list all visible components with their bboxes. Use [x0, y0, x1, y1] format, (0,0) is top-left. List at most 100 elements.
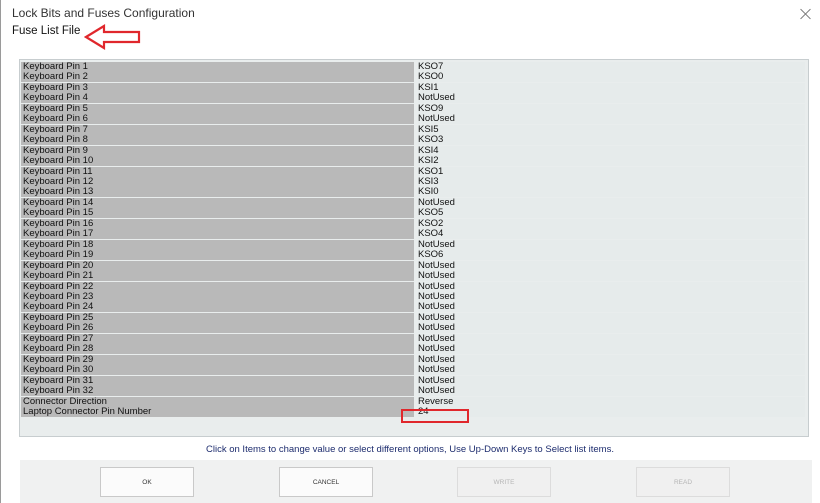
property-name[interactable]: Keyboard Pin 30: [21, 365, 414, 376]
property-name[interactable]: Keyboard Pin 22: [21, 281, 414, 292]
property-row[interactable]: Keyboard Pin 9 KSI4: [21, 145, 807, 156]
property-value[interactable]: NotUsed: [418, 302, 805, 313]
property-name[interactable]: Keyboard Pin 14: [21, 197, 414, 208]
property-value[interactable]: Reverse: [418, 396, 805, 407]
property-name[interactable]: Keyboard Pin 12: [21, 176, 414, 187]
property-value[interactable]: NotUsed: [418, 354, 805, 365]
property-value[interactable]: KSI1: [418, 82, 805, 93]
property-name[interactable]: Keyboard Pin 13: [21, 187, 414, 198]
property-name[interactable]: Keyboard Pin 4: [21, 93, 414, 104]
property-name[interactable]: Keyboard Pin 20: [21, 260, 414, 271]
fuse-list-file-menu[interactable]: Fuse List File: [12, 25, 80, 37]
property-row[interactable]: Keyboard Pin 1 KSO7: [21, 62, 807, 72]
property-name[interactable]: Keyboard Pin 11: [21, 166, 414, 177]
property-value[interactable]: NotUsed: [418, 291, 805, 302]
property-row[interactable]: Keyboard Pin 10 KSI2: [21, 156, 807, 167]
cancel-button[interactable]: CANCEL: [279, 467, 373, 497]
property-value[interactable]: KSO6: [418, 250, 805, 261]
property-value[interactable]: NotUsed: [418, 344, 805, 355]
property-row[interactable]: Keyboard Pin 12 KSI3: [21, 176, 807, 187]
property-value[interactable]: KSI2: [418, 156, 805, 167]
property-value[interactable]: NotUsed: [418, 271, 805, 282]
property-row[interactable]: Keyboard Pin 25 NotUsed: [21, 312, 807, 323]
property-value[interactable]: KSO0: [418, 72, 805, 83]
property-row[interactable]: Keyboard Pin 27 NotUsed: [21, 333, 807, 344]
property-row[interactable]: Keyboard Pin 30 NotUsed: [21, 365, 807, 376]
property-row[interactable]: Keyboard Pin 7 KSI5: [21, 124, 807, 135]
property-row[interactable]: Keyboard Pin 26 NotUsed: [21, 323, 807, 334]
property-row[interactable]: Keyboard Pin 22 NotUsed: [21, 281, 807, 292]
property-value[interactable]: NotUsed: [418, 114, 805, 125]
property-row[interactable]: Keyboard Pin 20 NotUsed: [21, 260, 807, 271]
property-value[interactable]: KSI3: [418, 176, 805, 187]
property-value[interactable]: KSO2: [418, 218, 805, 229]
property-name[interactable]: Keyboard Pin 10: [21, 156, 414, 167]
property-row[interactable]: Keyboard Pin 19 KSO6: [21, 250, 807, 261]
property-row[interactable]: Keyboard Pin 31 NotUsed: [21, 375, 807, 386]
property-value[interactable]: KSI4: [418, 145, 805, 156]
property-name[interactable]: Keyboard Pin 27: [21, 333, 414, 344]
property-value[interactable]: KSO4: [418, 229, 805, 240]
property-name[interactable]: Keyboard Pin 16: [21, 218, 414, 229]
property-value[interactable]: KSO1: [418, 166, 805, 177]
property-row[interactable]: Keyboard Pin 16 KSO2: [21, 218, 807, 229]
property-name[interactable]: Keyboard Pin 28: [21, 344, 414, 355]
property-name[interactable]: Keyboard Pin 17: [21, 229, 414, 240]
property-value[interactable]: KSI0: [418, 187, 805, 198]
property-name[interactable]: Keyboard Pin 32: [21, 386, 414, 397]
property-name[interactable]: Laptop Connector Pin Number: [21, 406, 414, 417]
property-row[interactable]: Keyboard Pin 32 NotUsed: [21, 386, 807, 397]
property-value[interactable]: KSI5: [418, 124, 805, 135]
property-name[interactable]: Keyboard Pin 21: [21, 271, 414, 282]
property-value[interactable]: NotUsed: [418, 260, 805, 271]
property-name[interactable]: Keyboard Pin 19: [21, 250, 414, 261]
property-value[interactable]: KSO9: [418, 103, 805, 114]
property-name[interactable]: Keyboard Pin 9: [21, 145, 414, 156]
property-value[interactable]: KSO5: [418, 208, 805, 219]
property-row[interactable]: Keyboard Pin 17 KSO4: [21, 229, 807, 240]
property-row[interactable]: Keyboard Pin 14 NotUsed: [21, 197, 807, 208]
write-button[interactable]: WRITE: [457, 467, 551, 497]
property-row[interactable]: Keyboard Pin 2 KSO0: [21, 72, 807, 83]
property-name[interactable]: Keyboard Pin 8: [21, 135, 414, 146]
close-icon[interactable]: [798, 6, 814, 22]
property-value[interactable]: NotUsed: [418, 375, 805, 386]
property-row[interactable]: Keyboard Pin 21 NotUsed: [21, 271, 807, 282]
property-name[interactable]: Keyboard Pin 26: [21, 323, 414, 334]
property-name[interactable]: Keyboard Pin 3: [21, 82, 414, 93]
property-row[interactable]: Connector Direction Reverse: [21, 396, 807, 407]
property-value[interactable]: KSO7: [418, 62, 805, 72]
property-row[interactable]: Keyboard Pin 24 NotUsed: [21, 302, 807, 313]
property-row[interactable]: Keyboard Pin 29 NotUsed: [21, 354, 807, 365]
property-value[interactable]: NotUsed: [418, 365, 805, 376]
property-value[interactable]: NotUsed: [418, 333, 805, 344]
property-value[interactable]: KSO3: [418, 135, 805, 146]
property-row[interactable]: Keyboard Pin 3 KSI1: [21, 82, 807, 93]
property-row[interactable]: Keyboard Pin 6 NotUsed: [21, 114, 807, 125]
property-row[interactable]: Keyboard Pin 8 KSO3: [21, 135, 807, 146]
property-value[interactable]: NotUsed: [418, 93, 805, 104]
property-name[interactable]: Keyboard Pin 29: [21, 354, 414, 365]
property-name[interactable]: Keyboard Pin 18: [21, 239, 414, 250]
read-button[interactable]: READ: [636, 467, 730, 497]
property-value[interactable]: NotUsed: [418, 323, 805, 334]
property-value[interactable]: NotUsed: [418, 197, 805, 208]
property-row[interactable]: Keyboard Pin 15 KSO5: [21, 208, 807, 219]
property-row[interactable]: Keyboard Pin 11 KSO1: [21, 166, 807, 177]
property-value[interactable]: NotUsed: [418, 239, 805, 250]
property-value[interactable]: NotUsed: [418, 281, 805, 292]
property-name[interactable]: Keyboard Pin 15: [21, 208, 414, 219]
property-row[interactable]: Keyboard Pin 5 KSO9: [21, 103, 807, 114]
ok-button[interactable]: OK: [100, 467, 194, 497]
property-name[interactable]: Keyboard Pin 25: [21, 312, 414, 323]
property-name[interactable]: Keyboard Pin 31: [21, 375, 414, 386]
property-name[interactable]: Keyboard Pin 6: [21, 114, 414, 125]
property-name[interactable]: Keyboard Pin 1: [21, 62, 414, 72]
property-name[interactable]: Keyboard Pin 23: [21, 291, 414, 302]
property-name[interactable]: Keyboard Pin 2: [21, 72, 414, 83]
property-name[interactable]: Keyboard Pin 24: [21, 302, 414, 313]
property-name[interactable]: Keyboard Pin 7: [21, 124, 414, 135]
property-name[interactable]: Keyboard Pin 5: [21, 103, 414, 114]
property-value[interactable]: 24: [418, 406, 805, 417]
property-row[interactable]: Keyboard Pin 4 NotUsed: [21, 93, 807, 104]
